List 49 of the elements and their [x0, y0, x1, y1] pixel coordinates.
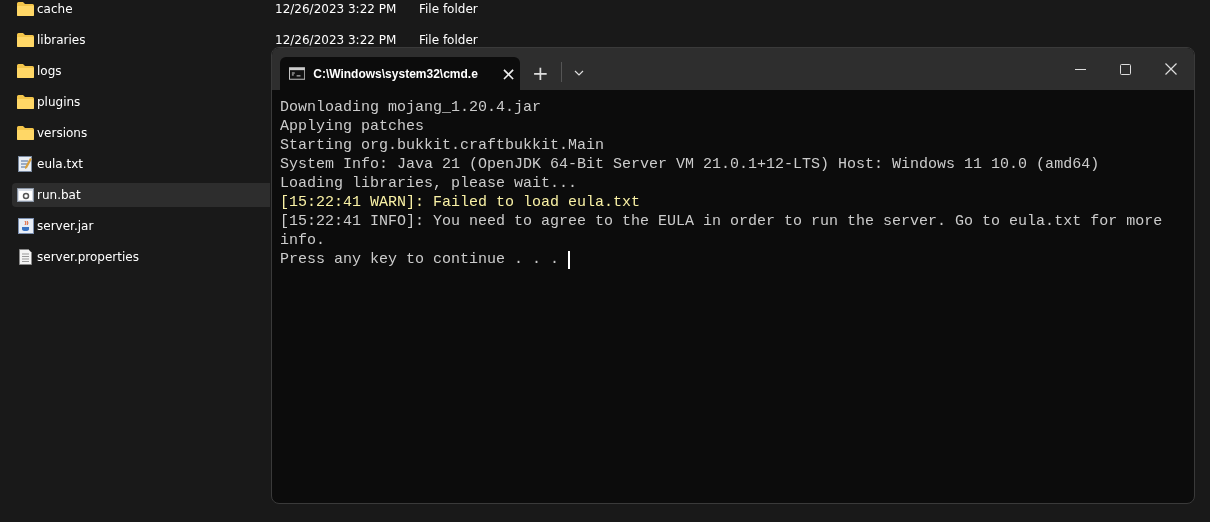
folder-icon — [17, 2, 34, 16]
file-row[interactable]: eula.txt — [12, 152, 270, 176]
file-row[interactable]: libraries 12/26/2023 3:22 PM File folder — [12, 28, 482, 52]
file-row[interactable]: server.properties — [12, 245, 270, 269]
file-name: server.properties — [37, 250, 140, 264]
console-line: Downloading mojang_1.20.4.jar — [280, 98, 543, 117]
console-icon — [289, 67, 306, 80]
close-tab-button[interactable]: × — [496, 63, 520, 84]
file-name: versions — [37, 126, 89, 140]
file-row[interactable]: versions — [12, 121, 270, 145]
file-name: server.jar — [37, 219, 95, 233]
file-type: File folder — [419, 2, 478, 16]
java-cup-icon — [17, 218, 34, 234]
console-line: Applying patches — [280, 117, 426, 136]
close-icon[interactable] — [1165, 63, 1177, 75]
folder-icon — [17, 126, 34, 140]
file-name: libraries — [37, 33, 87, 47]
console-line: System Info: Java 21 (OpenJDK 64-Bit Server VM 21.0.1+12-LTS) Host: Windows 11 10.0 (amd64) — [280, 155, 1101, 174]
file-name: cache — [37, 2, 74, 16]
console-line: Starting org.bukkit.craftbukkit.Main — [280, 136, 606, 155]
folder-icon — [17, 33, 34, 47]
console-line: Press any key to continue . . . — [280, 250, 561, 269]
console-line: [15:22:41 INFO]: You need to agree to the EULA in order to run the server. Go to eula.txt for more info. — [280, 212, 1164, 250]
folder-icon — [17, 64, 34, 78]
console-line: Loading libraries, please wait... — [280, 174, 579, 193]
notepad-icon — [18, 156, 33, 172]
file-row[interactable]: cache 12/26/2023 3:22 PM File folder — [12, 0, 482, 21]
file-name: run.bat — [37, 188, 82, 202]
file-date: 12/26/2023 3:22 PM — [275, 2, 398, 16]
file-date: 12/26/2023 3:22 PM — [275, 33, 398, 47]
file-row[interactable]: server.jar — [12, 214, 270, 238]
gear-window-icon — [17, 188, 34, 202]
file-type: File folder — [419, 33, 478, 47]
console-line: [15:22:41 WARN]: Failed to load eula.txt — [280, 193, 642, 212]
text-cursor — [568, 250, 571, 269]
file-name: logs — [37, 64, 63, 78]
file-row[interactable]: logs — [12, 59, 270, 83]
terminal-tab[interactable]: C:\Windows\system32\cmd.e × — [280, 57, 520, 90]
file-row[interactable]: run.bat — [12, 183, 270, 207]
file-row[interactable]: plugins — [12, 90, 270, 114]
chevron-down-icon[interactable] — [573, 70, 584, 76]
minimize-icon[interactable] — [1075, 68, 1086, 70]
file-name: eula.txt — [37, 157, 84, 171]
maximize-icon[interactable] — [1120, 63, 1131, 75]
new-tab-button[interactable]: + — [528, 61, 553, 85]
document-icon — [19, 249, 32, 265]
tab-title: C:\Windows\system32\cmd.e — [313, 66, 479, 81]
folder-icon — [17, 95, 34, 109]
file-name: plugins — [37, 95, 82, 109]
